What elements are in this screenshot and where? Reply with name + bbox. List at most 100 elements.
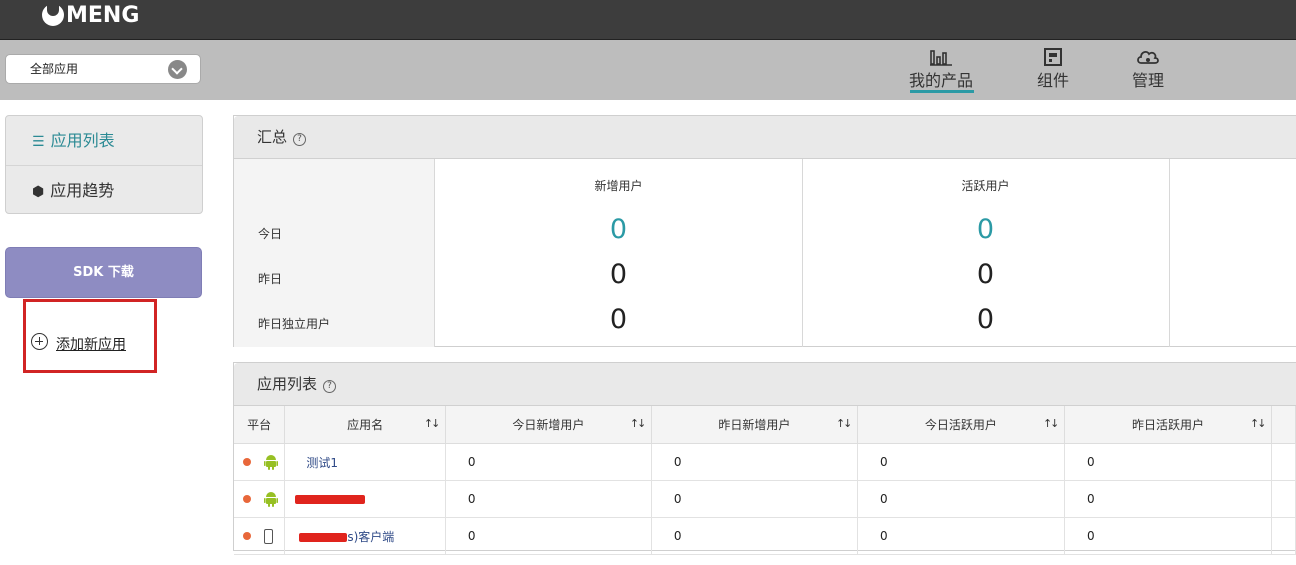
sidebar-item-label: 应用趋势 [50,181,115,200]
component-icon [1044,48,1062,66]
col-extra [1271,406,1296,444]
col-yesterday-new-label: 昨日新增用户 [718,418,791,432]
table-row[interactable]: 0 0 0 0 [234,480,1296,518]
status-dot [243,458,251,466]
bar-chart-icon [930,50,952,66]
today-new-cell: 0 [445,443,652,481]
add-app-highlight-box: 添加新应用 [23,299,157,373]
app-name-link[interactable] [284,480,446,518]
row-label-yesterday-unique: 昨日独立用户 [258,317,331,331]
table-row[interactable]: 测试1 0 0 0 0 [234,443,1296,481]
row-label-today: 今日 [258,227,283,241]
summary-panel: 汇总? 今日 昨日 昨日独立用户 新增用户 0 0 0 活跃用户 0 0 0 [233,115,1296,347]
android-icon [263,492,278,507]
add-circle-icon[interactable] [31,333,48,350]
new-users-yesterday-unique: 0 [609,304,628,335]
sdk-download-button[interactable]: SDK 下载 [5,247,202,298]
phone-icon [263,528,273,544]
cube-icon: ⬢ [32,184,45,200]
help-icon[interactable]: ? [293,133,307,146]
yesterday-new-cell: 0 [651,443,858,481]
row-label-yesterday: 昨日 [258,272,283,286]
new-users-today: 0 [609,214,628,245]
sidebar-menu: ☰ 应用列表 ⬢ 应用趋势 [5,115,203,214]
sidebar-item-app-trends[interactable]: ⬢ 应用趋势 [6,166,202,215]
list-icon: ☰ [32,134,45,150]
today-active-cell: 0 [857,517,1065,555]
cloud-gear-icon [1137,50,1159,64]
today-active-cell: 0 [857,443,1065,481]
extra-cell [1271,517,1296,555]
col-yesterday-new[interactable]: 昨日新增用户 ↑↓ [651,406,858,444]
sort-icon[interactable]: ↑↓ [836,416,852,432]
yesterday-active-cell: 0 [1064,517,1273,555]
today-new-cell: 0 [445,517,652,555]
col-today-active-label: 今日活跃用户 [924,418,997,432]
table-header-row: 平台 应用名 ↑↓ 今日新增用户 ↑↓ 昨日新增用户 ↑↓ 今日活跃用户 ↑↓ 昨日活跃… [234,406,1296,444]
active-users-today: 0 [976,214,995,245]
app-selector-value: 全部应用 [30,62,79,76]
active-tab-underline [910,90,974,93]
sidebar-item-app-list[interactable]: ☰ 应用列表 [6,116,202,166]
nav-manage-label: 管理 [1131,71,1164,90]
col-app-name[interactable]: 应用名 ↑↓ [284,406,446,444]
new-users-yesterday: 0 [609,259,628,290]
status-dot [243,532,251,540]
yesterday-active-cell: 0 [1064,443,1273,481]
summary-row-labels: 今日 昨日 昨日独立用户 [234,159,435,347]
redaction-mark [295,495,366,504]
app-selector-dropdown[interactable]: 全部应用 [5,54,201,84]
app-table: 平台 应用名 ↑↓ 今日新增用户 ↑↓ 昨日新增用户 ↑↓ 今日活跃用户 ↑↓ 昨日活跃… [234,406,1296,555]
col-yesterday-active[interactable]: 昨日活跃用户 ↑↓ [1064,406,1273,444]
col-today-new[interactable]: 今日新增用户 ↑↓ [445,406,652,444]
logo-text: MENG [66,2,140,28]
today-active-cell: 0 [857,480,1065,518]
app-name-link[interactable]: 测试1 [284,443,446,481]
app-list-panel: 应用列表? 平台 应用名 ↑↓ 今日新增用户 ↑↓ 昨日新增用户 ↑↓ 今日活跃用户 ↑… [233,362,1296,555]
col-today-new-label: 今日新增用户 [512,418,585,432]
col-platform: 平台 [234,406,286,444]
col-header-active-users: 活跃用户 [961,179,1010,193]
col-header-new-users: 新增用户 [594,179,643,193]
active-users-yesterday-unique: 0 [976,304,995,335]
android-icon [263,455,278,470]
add-new-app-link[interactable]: 添加新应用 [56,334,126,354]
umeng-logo[interactable]: MENG [42,0,139,30]
nav-my-products[interactable]: 我的产品 [908,46,974,98]
chevron-down-icon[interactable] [168,60,187,79]
summary-col-new-users: 新增用户 0 0 0 [435,159,803,347]
help-icon[interactable]: ? [323,380,337,393]
yesterday-new-cell: 0 [651,517,858,555]
nav-components-label: 组件 [1036,71,1069,90]
app-list-title: 应用列表 [257,375,318,393]
nav-manage[interactable]: 管理 [1125,46,1171,98]
app-name-link[interactable]: s)客户端 [284,517,446,555]
summary-title: 汇总 [257,128,288,146]
yesterday-active-cell: 0 [1064,480,1273,518]
logo-u-mark [42,2,64,26]
app-list-header: 应用列表? [234,363,1296,406]
sort-icon[interactable]: ↑↓ [1250,416,1266,432]
platform-cell [234,480,286,518]
nav-my-products-label: 我的产品 [908,71,973,90]
platform-cell [234,443,286,481]
yesterday-new-cell: 0 [651,480,858,518]
app-name-text: s)客户端 [347,529,395,544]
sort-icon[interactable]: ↑↓ [424,416,440,432]
summary-header: 汇总? [234,116,1296,159]
sort-icon[interactable]: ↑↓ [1043,416,1059,432]
sidebar-item-label: 应用列表 [50,131,115,150]
col-yesterday-active-label: 昨日活跃用户 [1131,418,1204,432]
col-today-active[interactable]: 今日活跃用户 ↑↓ [857,406,1065,444]
platform-cell [234,517,286,555]
redaction-mark [299,532,348,542]
extra-cell [1271,443,1296,481]
status-dot [243,495,251,503]
col-app-name-label: 应用名 [347,418,384,432]
table-row[interactable]: s)客户端 0 0 0 0 [234,517,1296,555]
summary-col-active-users: 活跃用户 0 0 0 [802,159,1170,347]
active-users-yesterday: 0 [976,259,995,290]
nav-components[interactable]: 组件 [1030,46,1076,98]
sort-icon[interactable]: ↑↓ [630,416,646,432]
today-new-cell: 0 [445,480,652,518]
